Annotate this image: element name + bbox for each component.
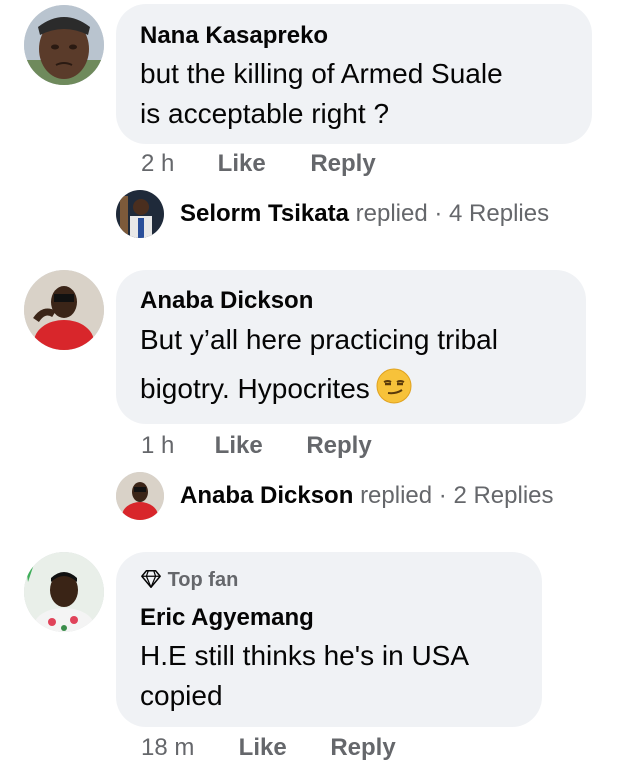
comment-author[interactable]: Nana Kasapreko: [140, 22, 328, 50]
comment-author[interactable]: Anaba Dickson: [140, 287, 313, 315]
like-button[interactable]: Like: [218, 150, 304, 178]
profile-photo-icon: [116, 472, 164, 520]
replies-summary: Selorm Tsikata replied · 4 Replies: [180, 200, 549, 228]
profile-photo-icon: [116, 190, 164, 238]
avatar[interactable]: [24, 270, 104, 350]
reply-button[interactable]: Reply: [330, 734, 395, 762]
avatar[interactable]: [24, 5, 104, 85]
replies-count[interactable]: 2 Replies: [453, 482, 553, 509]
comment-timestamp[interactable]: 18 m: [141, 734, 232, 762]
comment-author[interactable]: Eric Agyemang: [140, 604, 314, 632]
diamond-icon: [141, 570, 161, 588]
comment-bubble: Top fan Eric Agyemang H.E still thinks h…: [116, 552, 542, 727]
profile-photo-icon: [24, 5, 104, 85]
comment-text-line-2: bigotry. Hypocrites: [140, 368, 412, 409]
replies-verb: replied: [360, 482, 433, 509]
comment-text-line-2: is acceptable right ?: [140, 98, 390, 129]
comment-timestamp[interactable]: 1 h: [141, 432, 208, 460]
replies-summary: Anaba Dickson replied · 2 Replies: [180, 482, 554, 510]
top-fan-label: Top fan: [167, 569, 239, 591]
comment-actions: 1 h Like Reply: [141, 432, 372, 460]
replies-separator: ·: [438, 482, 447, 509]
profile-photo-icon: [24, 552, 104, 632]
comment-text-line-2: copied: [140, 680, 223, 711]
comment-actions: 2 h Like Reply: [141, 150, 376, 178]
reply-avatar: [116, 190, 164, 238]
replies-verb: replied: [355, 200, 428, 227]
comment-text-line-1: H.E still thinks he's in USA: [140, 640, 470, 671]
replies-separator: ·: [434, 200, 443, 227]
reply-author[interactable]: Anaba Dickson: [180, 482, 353, 509]
comment-text-line-1: but the killing of Armed Suale: [140, 58, 503, 89]
reply-button[interactable]: Reply: [310, 150, 375, 178]
like-button[interactable]: Like: [239, 734, 324, 762]
avatar[interactable]: [24, 552, 104, 632]
comment-bubble: Anaba Dickson But y’all here practicing …: [116, 270, 586, 424]
comment-timestamp[interactable]: 2 h: [141, 150, 211, 178]
reply-author[interactable]: Selorm Tsikata: [180, 200, 349, 227]
reply-button[interactable]: Reply: [306, 432, 371, 460]
replies-count[interactable]: 4 Replies: [449, 200, 549, 227]
top-fan-badge: Top fan: [140, 568, 238, 592]
comment-text-line-1: But y’all here practicing tribal: [140, 324, 498, 355]
comment-text-line-2-text: bigotry. Hypocrites: [140, 373, 370, 404]
profile-photo-icon: [24, 270, 104, 350]
comment-bubble: Nana Kasapreko but the killing of Armed …: [116, 4, 592, 144]
comment-actions: 18 m Like Reply: [141, 734, 396, 762]
like-button[interactable]: Like: [215, 432, 300, 460]
reply-avatar: [116, 472, 164, 520]
smirking-face-emoji-icon: [376, 368, 412, 404]
